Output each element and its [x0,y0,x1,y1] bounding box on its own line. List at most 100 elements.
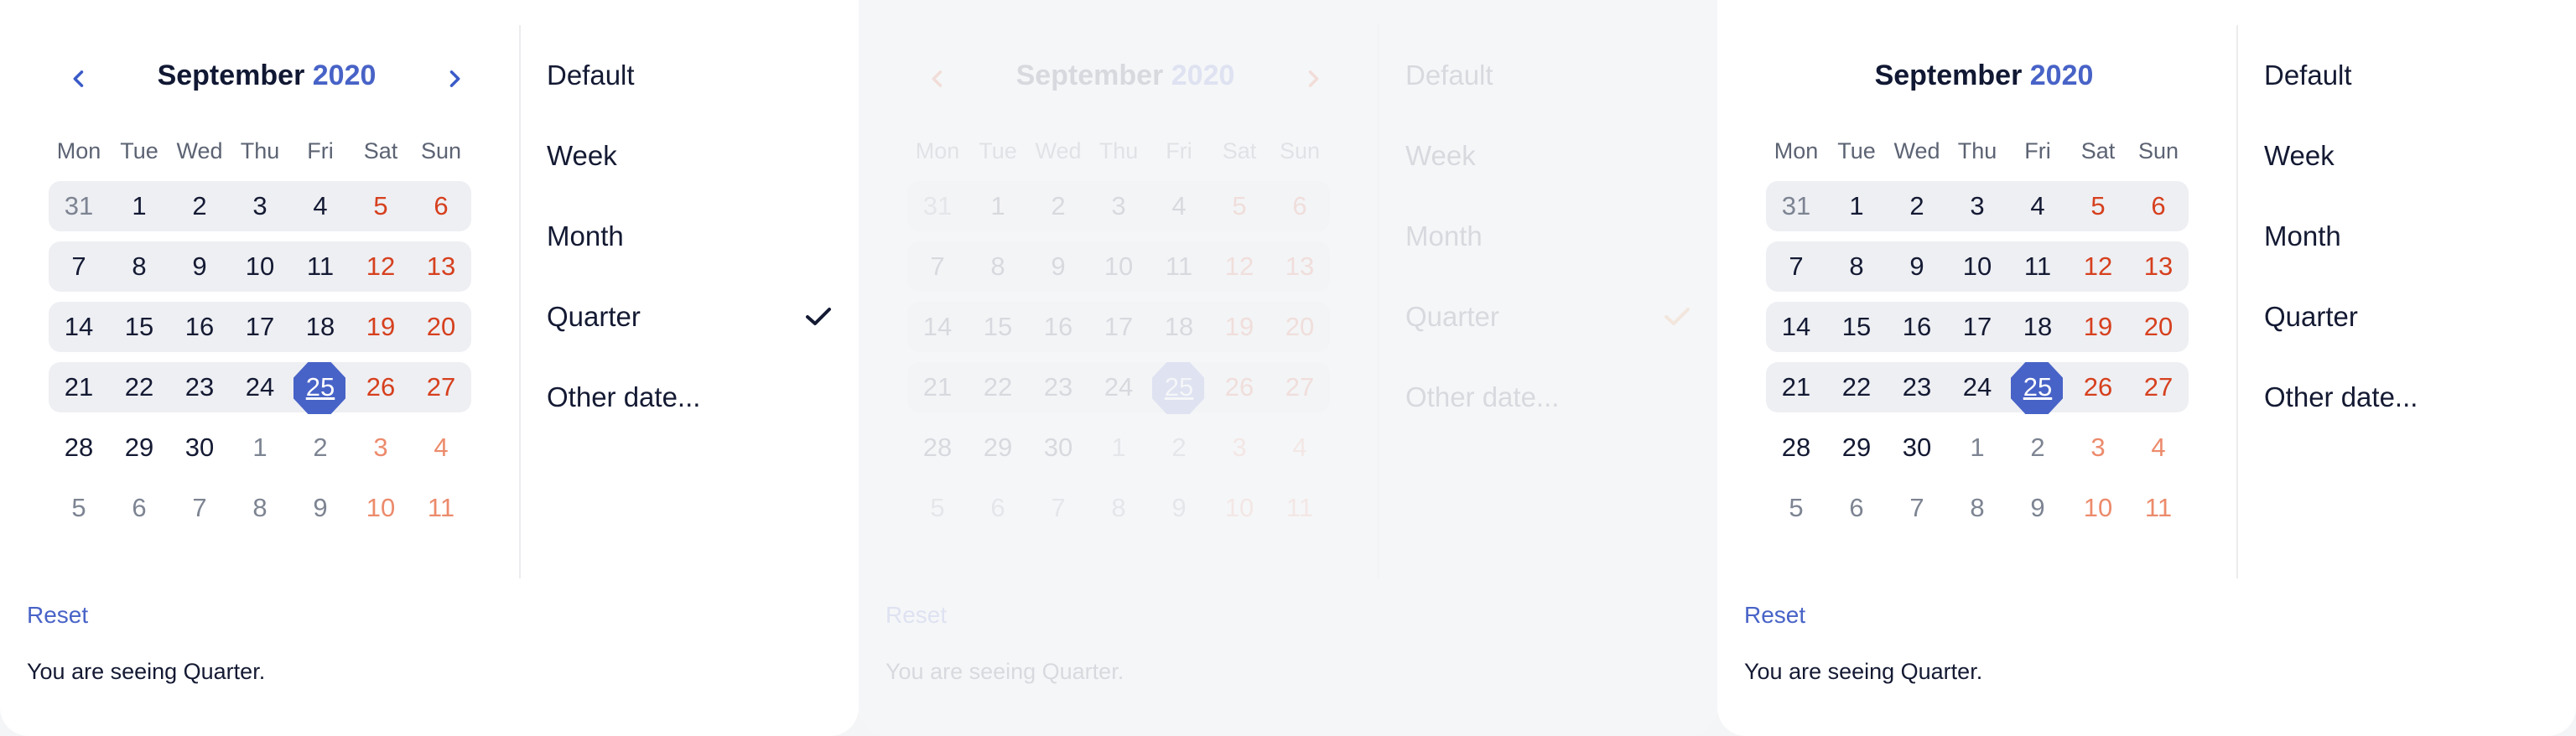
day-cell[interactable]: 26 [351,362,411,412]
day-cell[interactable]: 16 [1887,302,1947,352]
day-cell[interactable]: 22 [109,362,169,412]
day-cell[interactable]: 24 [1947,362,2007,412]
day-cell[interactable]: 8 [1947,483,2007,533]
day-cell[interactable]: 2 [290,422,351,473]
day-cell[interactable]: 7 [1887,483,1947,533]
day-cell[interactable]: 10 [351,483,411,533]
day-cell[interactable]: 6 [1826,483,1887,533]
next-month-button[interactable] [434,57,475,97]
day-cell[interactable]: 29 [968,422,1028,473]
day-cell[interactable]: 1 [230,422,290,473]
day-cell[interactable]: 15 [1826,302,1887,352]
day-cell[interactable]: 4 [411,422,471,473]
day-cell[interactable]: 14 [49,302,109,352]
day-cell[interactable]: 26 [2068,362,2128,412]
day-cell[interactable]: 7 [1028,483,1088,533]
day-cell[interactable]: 5 [1209,181,1270,231]
day-cell[interactable]: 30 [169,422,230,473]
day-cell[interactable]: 2 [169,181,230,231]
year-label[interactable]: 2020 [1171,60,1235,91]
day-cell[interactable]: 18 [1149,302,1209,352]
day-cell[interactable]: 8 [968,241,1028,292]
day-cell[interactable]: 4 [1149,181,1209,231]
day-cell[interactable]: 15 [968,302,1028,352]
day-cell[interactable]: 7 [1766,241,1826,292]
day-cell[interactable]: 4 [290,181,351,231]
day-cell[interactable]: 5 [2068,181,2128,231]
day-cell[interactable]: 27 [411,362,471,412]
day-cell[interactable]: 18 [2007,302,2068,352]
day-cell[interactable]: 14 [1766,302,1826,352]
day-cell[interactable]: 27 [1270,362,1330,412]
day-cell[interactable]: 12 [2068,241,2128,292]
day-cell[interactable]: 13 [411,241,471,292]
day-cell[interactable]: 28 [1766,422,1826,473]
day-cell[interactable]: 15 [109,302,169,352]
reset-link[interactable]: Reset [27,602,88,629]
day-cell[interactable]: 12 [351,241,411,292]
day-cell[interactable]: 3 [1209,422,1270,473]
day-cell[interactable]: 19 [1209,302,1270,352]
menu-item-quarter[interactable]: Quarter [547,292,832,372]
day-cell[interactable]: 11 [2128,483,2189,533]
day-cell[interactable]: 17 [1088,302,1149,352]
menu-item-month[interactable]: Month [547,211,832,292]
menu-item-default[interactable]: Default [2264,50,2549,131]
day-cell[interactable]: 3 [2068,422,2128,473]
selected-day-cell[interactable]: 25 [290,362,351,412]
day-cell[interactable]: 11 [290,241,351,292]
day-cell[interactable]: 9 [1028,241,1088,292]
day-cell[interactable]: 6 [1270,181,1330,231]
day-cell[interactable]: 11 [411,483,471,533]
menu-item-other-date[interactable]: Other date... [2264,372,2549,453]
day-cell[interactable]: 3 [351,422,411,473]
day-cell[interactable]: 10 [1947,241,2007,292]
day-cell[interactable]: 2 [1149,422,1209,473]
day-cell[interactable]: 14 [907,302,968,352]
menu-item-other-date[interactable]: Other date... [547,372,832,453]
day-cell[interactable]: 31 [1766,181,1826,231]
menu-item-default[interactable]: Default [1405,50,1690,131]
day-cell[interactable]: 28 [907,422,968,473]
day-cell[interactable]: 17 [230,302,290,352]
year-label[interactable]: 2020 [313,60,377,91]
day-cell[interactable]: 21 [907,362,968,412]
day-cell[interactable]: 29 [1826,422,1887,473]
day-cell[interactable]: 3 [230,181,290,231]
menu-item-week[interactable]: Week [1405,131,1690,211]
next-month-button[interactable] [1293,57,1333,97]
day-cell[interactable]: 12 [1209,241,1270,292]
day-cell[interactable]: 30 [1028,422,1088,473]
day-cell[interactable]: 26 [1209,362,1270,412]
menu-item-week[interactable]: Week [547,131,832,211]
menu-item-quarter[interactable]: Quarter [1405,292,1690,372]
day-cell[interactable]: 16 [169,302,230,352]
day-cell[interactable]: 20 [2128,302,2189,352]
day-cell[interactable]: 2 [1887,181,1947,231]
day-cell[interactable]: 19 [2068,302,2128,352]
day-cell[interactable]: 30 [1887,422,1947,473]
day-cell[interactable]: 4 [2128,422,2189,473]
day-cell[interactable]: 21 [49,362,109,412]
reset-link[interactable]: Reset [1744,602,1805,629]
day-cell[interactable]: 10 [1088,241,1149,292]
day-cell[interactable]: 20 [1270,302,1330,352]
day-cell[interactable]: 4 [2007,181,2068,231]
day-cell[interactable]: 23 [1887,362,1947,412]
day-cell[interactable]: 3 [1088,181,1149,231]
day-cell[interactable]: 5 [351,181,411,231]
day-cell[interactable]: 9 [1149,483,1209,533]
day-cell[interactable]: 21 [1766,362,1826,412]
day-cell[interactable]: 29 [109,422,169,473]
day-cell[interactable]: 23 [169,362,230,412]
day-cell[interactable]: 22 [968,362,1028,412]
day-cell[interactable]: 19 [351,302,411,352]
day-cell[interactable]: 7 [169,483,230,533]
day-cell[interactable]: 1 [968,181,1028,231]
day-cell[interactable]: 11 [1270,483,1330,533]
day-cell[interactable]: 5 [907,483,968,533]
day-cell[interactable]: 31 [49,181,109,231]
menu-item-month[interactable]: Month [2264,211,2549,292]
day-cell[interactable]: 24 [1088,362,1149,412]
day-cell[interactable]: 31 [907,181,968,231]
